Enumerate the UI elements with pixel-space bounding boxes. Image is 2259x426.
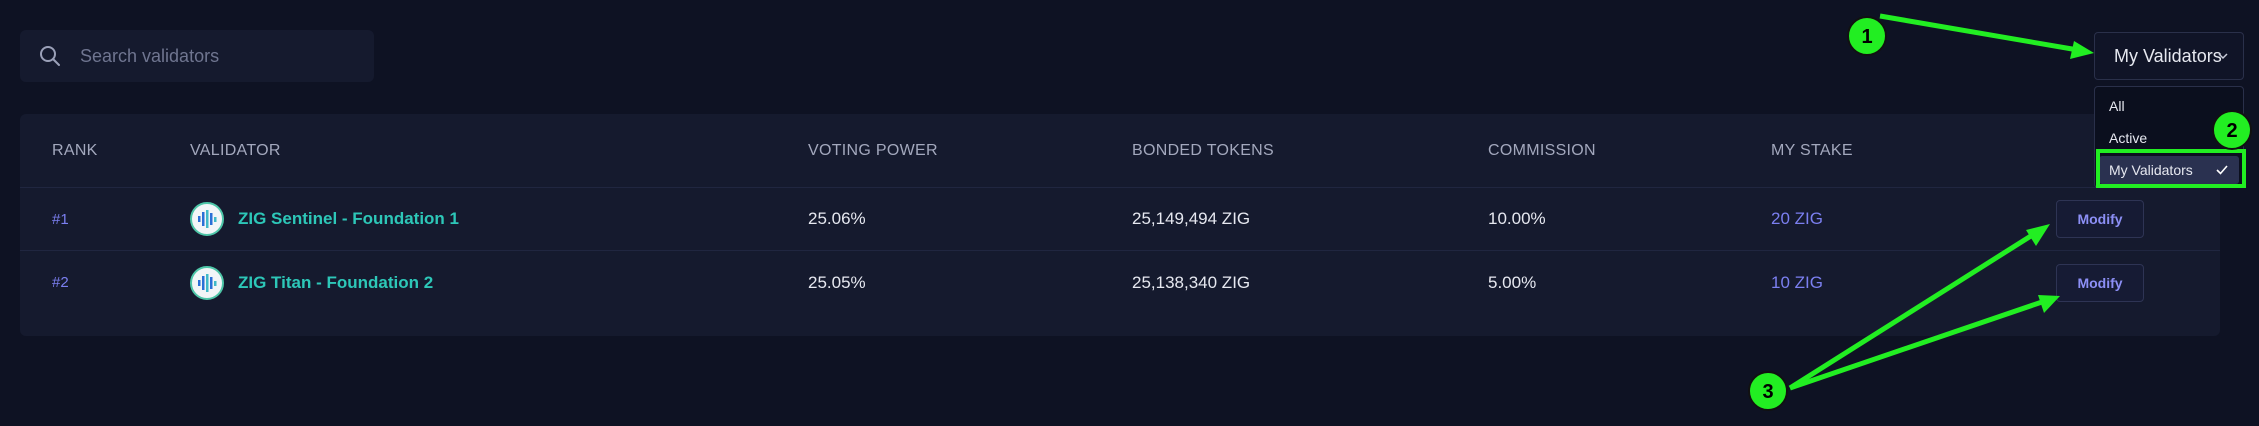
checkmark-icon <box>2216 165 2228 175</box>
validator-logo-icon <box>190 202 224 236</box>
action-cell: Modify <box>2056 188 2144 250</box>
header-bonded-tokens: BONDED TOKENS <box>1132 141 1275 159</box>
staking-validators-page: RANK VALIDATOR VOTING POWER BONDED TOKEN… <box>0 0 2259 426</box>
filter-selected-label: My Validators <box>2114 45 2222 66</box>
filter-option-label: My Validators <box>2109 162 2193 178</box>
validator-cell[interactable]: ZIG Titan - Foundation 2 <box>190 251 433 314</box>
table-header: RANK VALIDATOR VOTING POWER BONDED TOKEN… <box>20 114 2220 188</box>
search-box[interactable] <box>20 30 374 82</box>
bonded-tokens-value: 25,149,494 ZIG <box>1132 209 1251 228</box>
modify-button[interactable]: Modify <box>2056 200 2144 238</box>
filter-option-all[interactable]: All <box>2099 92 2239 120</box>
annotation-arrow-1 <box>1879 13 2079 53</box>
voting-power-value: 25.05% <box>808 272 866 292</box>
validator-name-link[interactable]: ZIG Sentinel - Foundation 1 <box>238 209 459 229</box>
search-icon <box>40 46 60 66</box>
validator-cell[interactable]: ZIG Sentinel - Foundation 1 <box>190 188 459 250</box>
commission-value: 10.00% <box>1488 209 1546 228</box>
annotation-label-3: 3 <box>1762 381 1773 403</box>
filter-option-active[interactable]: Active <box>2099 124 2239 152</box>
header-commission: COMMISSION <box>1488 141 1596 159</box>
annotation-badge-1 <box>1847 16 1887 56</box>
annotation-badge-3 <box>1748 371 1788 411</box>
my-stake-value: 20 ZIG <box>1771 209 1823 228</box>
chevron-down-icon <box>2218 53 2228 60</box>
header-rank: RANK <box>52 141 98 159</box>
modify-button[interactable]: Modify <box>2056 263 2144 302</box>
header-validator: VALIDATOR <box>190 141 281 159</box>
filter-menu: All Active My Validators <box>2094 86 2244 188</box>
table-row: #1 ZIG Sentinel - Foundation 1 25.06% 25… <box>20 188 2220 251</box>
rank-value: #1 <box>52 210 69 228</box>
voting-power-value: 25.06% <box>808 209 866 228</box>
filter-option-label: All <box>2109 98 2125 114</box>
validator-logo-icon <box>190 265 224 300</box>
validator-name-link[interactable]: ZIG Titan - Foundation 2 <box>238 273 433 293</box>
search-input[interactable] <box>80 36 360 76</box>
validators-table: RANK VALIDATOR VOTING POWER BONDED TOKEN… <box>20 114 2220 336</box>
rank-value: #2 <box>52 274 69 291</box>
header-voting-power: VOTING POWER <box>808 141 938 159</box>
header-my-stake: MY STAKE <box>1771 141 1853 159</box>
arrow-head-1 <box>2070 41 2094 59</box>
action-cell: Modify <box>2056 251 2144 314</box>
table-row: #2 ZIG Titan - Foundation 2 25.05% 25,13… <box>20 251 2220 314</box>
validator-filter-dropdown[interactable]: My Validators <box>2094 32 2244 80</box>
commission-value: 5.00% <box>1488 272 1537 292</box>
filter-option-label: Active <box>2109 130 2148 146</box>
bonded-tokens-value: 25,138,340 ZIG <box>1132 272 1251 292</box>
annotation-label-1: 1 <box>1861 26 1872 48</box>
my-stake-value: 10 ZIG <box>1771 272 1823 292</box>
filter-option-my-validators[interactable]: My Validators <box>2099 156 2239 184</box>
